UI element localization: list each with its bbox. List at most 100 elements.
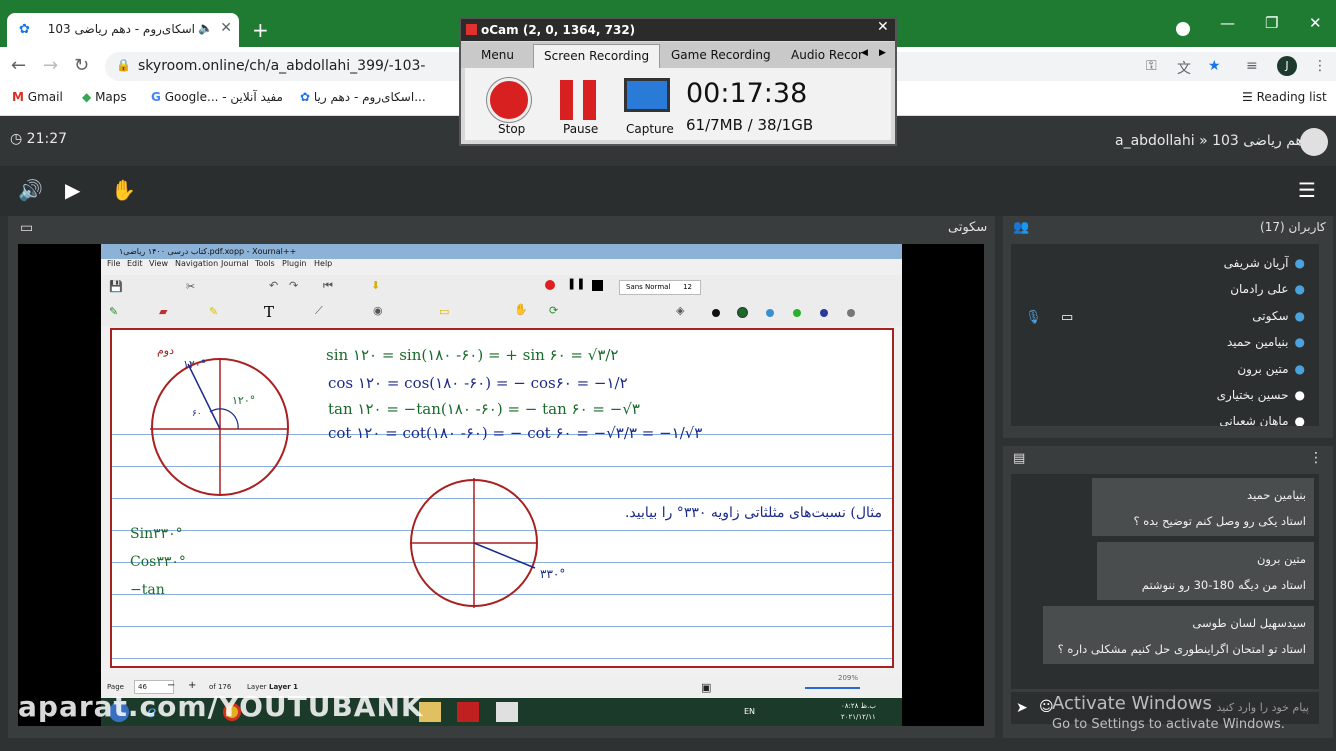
reload-icon[interactable]: ↻	[74, 55, 89, 76]
bookmark-mofid[interactable]: G Google... - مفید آنلاین	[151, 90, 283, 104]
list-item[interactable]: ●متین برون	[1237, 362, 1305, 376]
refresh-icon[interactable]: ⟳	[549, 304, 558, 317]
menu-navigation[interactable]: Navigation	[175, 259, 218, 268]
ocam-tab-audio[interactable]: Audio Recor	[781, 44, 873, 68]
menu-help[interactable]: Help	[314, 259, 332, 268]
ocam-tabs: Menu Screen Recording Game Recording Aud…	[461, 42, 895, 68]
capture-button[interactable]: Capture	[626, 122, 674, 136]
watermark: aparat.com/YOUTUBANK	[18, 690, 424, 723]
menu-edit[interactable]: Edit	[127, 259, 143, 268]
ocam-tab-screen[interactable]: Screen Recording	[533, 44, 661, 68]
list-item[interactable]: ●بنیامین حمید	[1227, 335, 1305, 349]
url-text[interactable]: skyroom.online/ch/a_abdollahi_399/-103-	[138, 58, 425, 74]
close-window-button[interactable]: ✕	[1309, 14, 1322, 32]
fill-icon[interactable]: ◈	[676, 304, 684, 317]
capture-monitor-icon[interactable]	[624, 78, 670, 112]
color-gray[interactable]	[847, 309, 855, 317]
rect-select-icon[interactable]: ▭	[439, 305, 449, 318]
lock-icon[interactable]: 🔒	[116, 58, 131, 72]
menu-tools[interactable]: Tools	[255, 259, 275, 268]
minimize-button[interactable]: —	[1220, 14, 1235, 32]
chat-message: سیدسهیل لسان طوسی استاد تو امتحان اگراین…	[1043, 606, 1314, 664]
color-dark-green[interactable]	[737, 307, 748, 318]
media-queue-icon[interactable]: ≡	[1246, 58, 1258, 74]
zoom-slider[interactable]	[805, 687, 860, 689]
bookmark-maps[interactable]: ◆ Maps	[82, 90, 127, 104]
raise-hand-icon[interactable]: ✋	[111, 178, 136, 202]
menu-plugin[interactable]: Plugin	[282, 259, 307, 268]
reading-list-icon: ☰	[1242, 90, 1253, 104]
restore-button[interactable]: ❐	[1265, 14, 1278, 32]
list-item[interactable]: ●آریان شریفی	[1224, 256, 1305, 270]
back-arrow-icon[interactable]: ←	[11, 55, 26, 76]
reading-list-button[interactable]: ☰ Reading list	[1242, 90, 1327, 104]
user-avatar-icon[interactable]	[1300, 128, 1328, 156]
xournal-app-icon[interactable]	[496, 702, 518, 722]
stop-button[interactable]: Stop	[498, 122, 525, 136]
xournal-toolbar-1: 💾 ✂ ↶ ↷ ⏮ ⬇ ❚❚ Sans Normal 12	[101, 275, 902, 300]
forward-arrow-icon[interactable]: →	[43, 55, 58, 76]
text-tool-icon[interactable]: T	[264, 303, 274, 321]
bookmark-gmail[interactable]: M Gmail	[12, 90, 63, 104]
tab-search-icon[interactable]	[1176, 22, 1190, 36]
star-icon[interactable]: ★	[1208, 58, 1221, 74]
taskbar-time: ۰۸:۲۸ ب.ظ	[841, 702, 876, 710]
play-media-icon[interactable]: ▶	[65, 178, 80, 202]
pause-bar-left-icon[interactable]	[560, 80, 573, 120]
font-selector[interactable]: Sans Normal 12	[619, 280, 701, 295]
translate-icon[interactable]: 文	[1177, 58, 1191, 78]
list-item[interactable]: ●علی رادمان	[1230, 282, 1305, 296]
color-blue[interactable]	[766, 309, 774, 317]
down-arrow-icon[interactable]: ⬇	[371, 279, 380, 292]
undo-icon[interactable]: ↶	[269, 279, 278, 292]
gmail-icon: M	[12, 90, 24, 104]
kebab-menu-icon[interactable]: ⋮	[1313, 58, 1327, 74]
tab-scroll-left-icon[interactable]: ◀	[861, 48, 868, 58]
language-indicator[interactable]: EN	[744, 707, 755, 716]
ocam-close-icon[interactable]: ✕	[877, 19, 889, 35]
color-navy[interactable]	[820, 309, 828, 317]
highlighter-icon[interactable]: ✎	[209, 305, 218, 318]
first-page-icon[interactable]: ⏮	[323, 279, 333, 293]
select-icon[interactable]: ◉	[373, 304, 383, 317]
cut-icon[interactable]: ✂	[186, 280, 195, 293]
save-icon[interactable]: 💾	[109, 280, 123, 293]
menu-journal[interactable]: Journal	[221, 259, 249, 268]
pause-icon[interactable]: ❚❚	[567, 277, 585, 290]
stop-button-icon[interactable]	[487, 78, 531, 122]
hw-line-tan: tan ۱۲۰ = −tan(۱۸۰ -۶۰) = − tan ۶۰ = −√۳	[328, 400, 640, 418]
color-green[interactable]	[793, 309, 801, 317]
hamburger-menu-icon[interactable]: ☰	[1298, 178, 1316, 202]
view-mode-icon[interactable]: ▣	[701, 681, 711, 694]
new-tab-button[interactable]: +	[252, 18, 269, 42]
profile-avatar[interactable]: J	[1277, 56, 1297, 76]
record-icon[interactable]	[545, 280, 555, 290]
bookmark-skyroom[interactable]: ✿ اسکای‌روم - دهم ریا...	[300, 90, 426, 104]
pause-button[interactable]: Pause	[563, 122, 598, 136]
eraser-icon[interactable]: ▰	[159, 305, 167, 318]
send-icon[interactable]: ➤	[1016, 700, 1028, 716]
color-black[interactable]	[712, 309, 720, 317]
redo-icon[interactable]: ↷	[289, 279, 298, 292]
line-tool-icon[interactable]: ⟋	[315, 304, 323, 318]
pen-icon[interactable]: ✎	[109, 305, 118, 318]
stop-icon[interactable]	[592, 280, 603, 291]
list-item[interactable]: ●سکوتی	[1252, 309, 1305, 323]
chat-menu-icon[interactable]: ⋮	[1309, 450, 1323, 466]
tab-scroll-right-icon[interactable]: ▶	[879, 48, 886, 58]
menu-view[interactable]: View	[149, 259, 168, 268]
list-item[interactable]: ●ماهان شعبانی	[1219, 414, 1305, 426]
user-icon: ●	[1294, 362, 1305, 376]
speaker-icon[interactable]: 🔊	[18, 178, 43, 202]
menu-file[interactable]: File	[107, 259, 120, 268]
hand-tool-icon[interactable]: ✋	[514, 303, 528, 316]
browser-tab[interactable]: ✿ اسکای‌روم - دهم ریاضی 103 🔈 ✕	[7, 13, 239, 47]
pdf-icon[interactable]	[457, 702, 479, 722]
tab-close-icon[interactable]: ✕	[220, 20, 232, 36]
list-item[interactable]: ●حسین بختیاری	[1217, 388, 1305, 402]
ocam-tab-game[interactable]: Game Recording	[661, 44, 781, 68]
key-icon[interactable]: ⚿	[1146, 58, 1157, 74]
speaker-icon[interactable]: 🔈	[198, 21, 213, 35]
pause-bar-right-icon[interactable]	[583, 80, 596, 120]
ocam-tab-menu[interactable]: Menu	[471, 44, 524, 68]
